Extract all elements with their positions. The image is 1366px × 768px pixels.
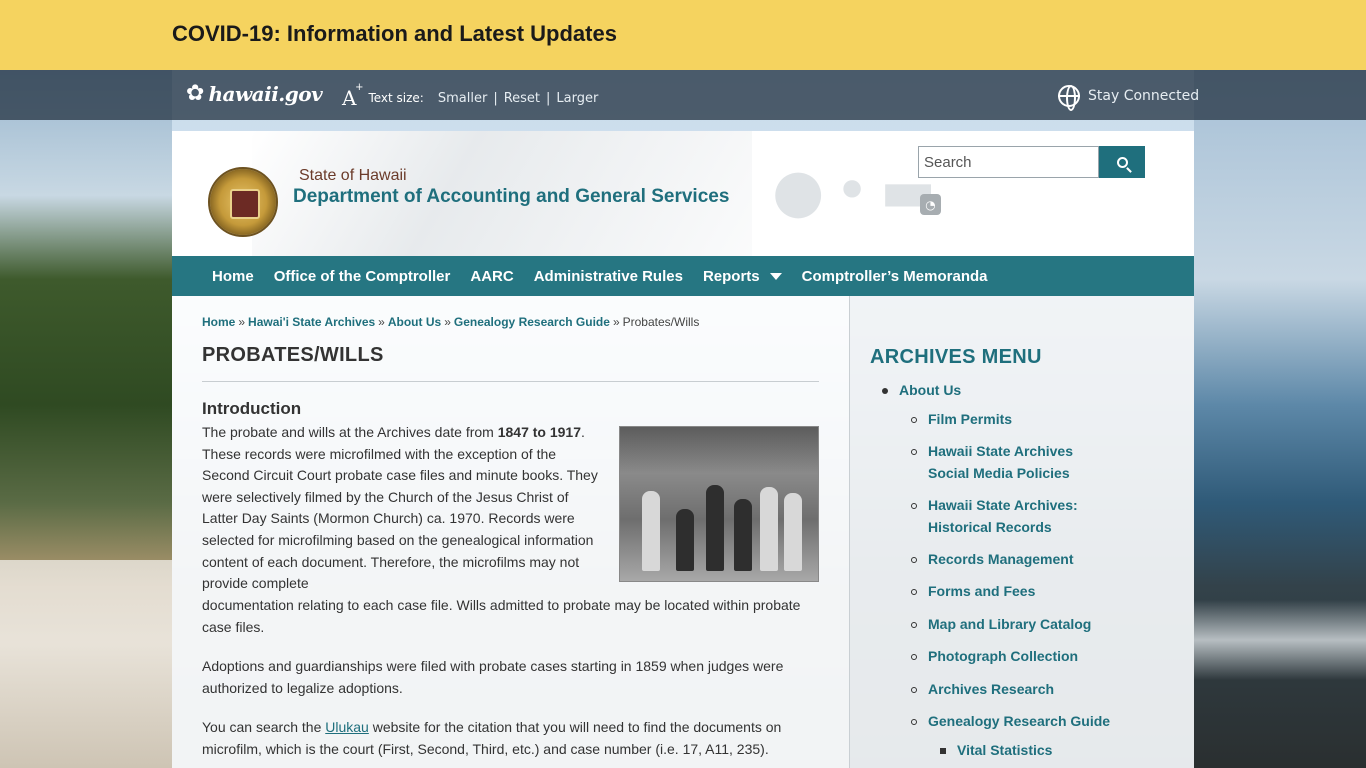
nav-office-of-the-comptroller[interactable]: Office of the Comptroller: [274, 268, 451, 285]
date-range: 1847 to 1917: [497, 424, 582, 440]
stay-connected-button[interactable]: Stay Connected: [1058, 85, 1200, 111]
text-larger-link[interactable]: Larger: [556, 91, 598, 106]
intro-paragraph-end: documentation relating to each case file…: [202, 597, 801, 635]
ocean-rocks-image: [1194, 70, 1366, 768]
intro-paragraph: The probate and wills at the Archives da…: [202, 422, 607, 595]
intro-text: The probate and wills at the Archives da…: [202, 424, 498, 440]
hibiscus-icon: ✿: [186, 81, 205, 106]
menu-item-line: Social Media Policies: [928, 464, 1070, 481]
breadcrumb-genealogy-guide[interactable]: Genealogy Research Guide: [454, 315, 610, 329]
list-bullet: [882, 388, 888, 394]
breadcrumb-separator: »: [612, 315, 620, 329]
menu-item-historical-records[interactable]: Hawaii State Archives: Historical Records: [928, 495, 1078, 538]
photo-figure: [734, 499, 752, 571]
text-reset-link[interactable]: Reset: [504, 91, 540, 106]
ulukau-text: You can search the: [202, 719, 326, 735]
ulukau-link[interactable]: Ulukau: [325, 719, 369, 735]
archives-sidebar: ARCHIVES MENU About Us Film Permits Hawa…: [849, 296, 1194, 768]
menu-item-genealogy-research-guide[interactable]: Genealogy Research Guide: [928, 711, 1110, 733]
list-bullet: [911, 654, 917, 660]
breadcrumb-separator: »: [238, 315, 246, 329]
menu-item-about-us[interactable]: About Us: [899, 380, 961, 402]
search-input[interactable]: [918, 146, 1099, 178]
breadcrumb-current: Probates/Wills: [622, 315, 700, 329]
nav-reports-label: Reports: [702, 267, 760, 285]
page-title: PROBATES/WILLS: [202, 344, 384, 366]
ulukau-paragraph: You can search the Ulukau website for th…: [202, 717, 819, 760]
list-bullet: [911, 719, 917, 725]
menu-item-film-permits[interactable]: Film Permits: [928, 409, 1012, 431]
menu-item-social-media-policies[interactable]: Hawaii State Archives Social Media Polici…: [928, 441, 1073, 484]
menu-item-forms-and-fees[interactable]: Forms and Fees: [928, 581, 1035, 603]
photo-figure: [706, 485, 724, 571]
search-icon: [1116, 156, 1128, 168]
stay-connected-label: Stay Connected: [1088, 88, 1200, 104]
menu-item-map-library-catalog[interactable]: Map and Library Catalog: [928, 614, 1091, 636]
photo-figure: [784, 493, 802, 571]
list-bullet: [940, 748, 946, 754]
title-divider: [202, 381, 819, 382]
nav-aarc[interactable]: AARC: [470, 268, 513, 285]
globe-icon: [1058, 85, 1080, 111]
menu-item-archives-research[interactable]: Archives Research: [928, 679, 1054, 701]
menu-item-records-management[interactable]: Records Management: [928, 549, 1073, 571]
adoptions-paragraph: Adoptions and guardianships were filed w…: [202, 658, 784, 696]
divider: |: [493, 90, 498, 106]
state-seal-logo[interactable]: [208, 167, 278, 237]
nav-administrative-rules[interactable]: Administrative Rules: [534, 268, 683, 285]
site-header: ●•▬ State of Hawaii Department of Accoun…: [172, 131, 1194, 256]
list-bullet: [911, 503, 917, 509]
search-form: [918, 146, 1145, 178]
nav-reports[interactable]: Reports: [703, 268, 782, 285]
state-name[interactable]: State of Hawaii: [299, 167, 407, 185]
breadcrumb-home[interactable]: Home: [202, 315, 235, 329]
rss-icon[interactable]: ◔: [920, 194, 941, 215]
breadcrumb-separator: »: [378, 315, 385, 329]
page-container: ●•▬ State of Hawaii Department of Accoun…: [172, 131, 1194, 768]
breadcrumb-separator: »: [444, 315, 451, 329]
text-size-controls: A + Text size: Smaller | Reset | Larger: [342, 82, 598, 110]
list-bullet: [911, 557, 917, 563]
covid-banner[interactable]: COVID-19: Information and Latest Updates: [0, 0, 1366, 70]
menu-item-line: Historical Records: [928, 518, 1052, 535]
list-bullet: [911, 589, 917, 595]
list-bullet: [911, 417, 917, 423]
hawaii-gov-logo[interactable]: ✿ hawaii.gov: [186, 81, 323, 106]
photo-figure: [760, 487, 778, 571]
menu-item-line: Hawaii State Archives: [928, 443, 1073, 459]
search-button[interactable]: [1099, 146, 1145, 178]
intro-text-continued: . These records were microfilmed with th…: [202, 424, 598, 592]
nav-home[interactable]: Home: [212, 268, 254, 285]
breadcrumb: Home» Hawai'i State Archives» About Us» Gen…: [202, 315, 699, 329]
covid-banner-title[interactable]: COVID-19: Information and Latest Updates: [172, 21, 617, 47]
menu-item-line: Hawaii State Archives:: [928, 497, 1078, 513]
list-bullet: [911, 622, 917, 628]
menu-item-photograph-collection[interactable]: Photograph Collection: [928, 646, 1078, 668]
text-size-label: Text size:: [368, 91, 424, 105]
menu-item-vital-statistics[interactable]: Vital Statistics: [957, 740, 1052, 762]
main-content: Home» Hawai'i State Archives» About Us» Gen…: [172, 296, 849, 768]
main-nav: Home Office of the Comptroller AARC Admi…: [172, 256, 1194, 296]
hawaii-gov-logo-text: hawaii.gov: [208, 82, 323, 106]
breadcrumb-state-archives[interactable]: Hawai'i State Archives: [248, 315, 375, 329]
caret-down-icon: [769, 272, 782, 280]
divider: |: [546, 90, 551, 106]
archives-menu-title: ARCHIVES MENU: [870, 346, 1042, 368]
photo-figure: [642, 491, 660, 571]
text-smaller-link[interactable]: Smaller: [438, 91, 487, 106]
photo-figure: [676, 509, 694, 571]
intro-heading: Introduction: [202, 399, 302, 418]
breadcrumb-about-us[interactable]: About Us: [388, 315, 441, 329]
list-bullet: [911, 687, 917, 693]
beach-palm-image: [0, 70, 172, 768]
list-bullet: [911, 449, 917, 455]
nav-comptrollers-memoranda[interactable]: Comptroller’s Memoranda: [802, 268, 988, 285]
text-size-icon: A +: [342, 82, 364, 110]
historical-photo: [619, 426, 819, 582]
department-name[interactable]: Department of Accounting and General Ser…: [293, 186, 729, 208]
